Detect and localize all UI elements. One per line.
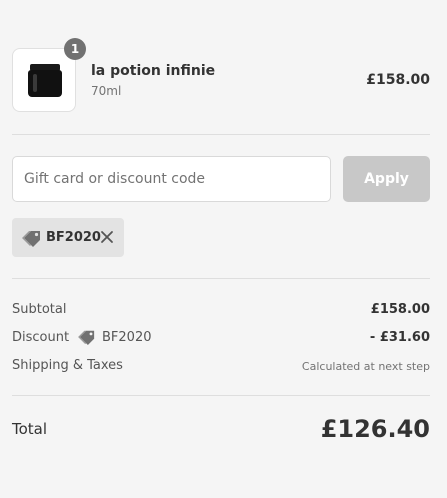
quantity-badge: 1 bbox=[64, 38, 86, 60]
divider bbox=[12, 395, 430, 396]
order-summary: 1 la potion infinie 70ml £158.00 Apply B… bbox=[0, 0, 447, 498]
jar-highlight bbox=[33, 74, 37, 92]
divider bbox=[12, 278, 430, 279]
discount-value: - £31.60 bbox=[369, 330, 430, 345]
applied-discount-code: BF2020 bbox=[46, 230, 101, 245]
shipping-value: Calculated at next step bbox=[301, 360, 430, 373]
divider bbox=[12, 134, 430, 135]
tag-icon bbox=[22, 231, 40, 247]
product-variant: 70ml bbox=[91, 84, 122, 98]
discount-label: Discount bbox=[12, 330, 70, 345]
product-thumbnail-wrapper: 1 bbox=[12, 38, 86, 112]
subtotal-label: Subtotal bbox=[12, 302, 67, 317]
subtotal-value: £158.00 bbox=[370, 302, 430, 317]
applied-discount-chip: BF2020 bbox=[12, 218, 124, 257]
product-name: la potion infinie bbox=[91, 63, 216, 79]
tag-icon bbox=[78, 330, 95, 345]
product-price: £158.00 bbox=[366, 72, 430, 88]
product-thumbnail bbox=[12, 48, 76, 112]
shipping-label: Shipping & Taxes bbox=[12, 358, 123, 373]
discount-code-input[interactable] bbox=[12, 156, 331, 202]
line-item: 1 la potion infinie 70ml £158.00 bbox=[12, 38, 430, 112]
total-label: Total bbox=[12, 420, 48, 438]
close-icon[interactable] bbox=[100, 230, 114, 244]
apply-button[interactable]: Apply bbox=[343, 156, 430, 202]
discount-code-text: BF2020 bbox=[102, 330, 152, 345]
total-value: £126.40 bbox=[320, 415, 430, 443]
